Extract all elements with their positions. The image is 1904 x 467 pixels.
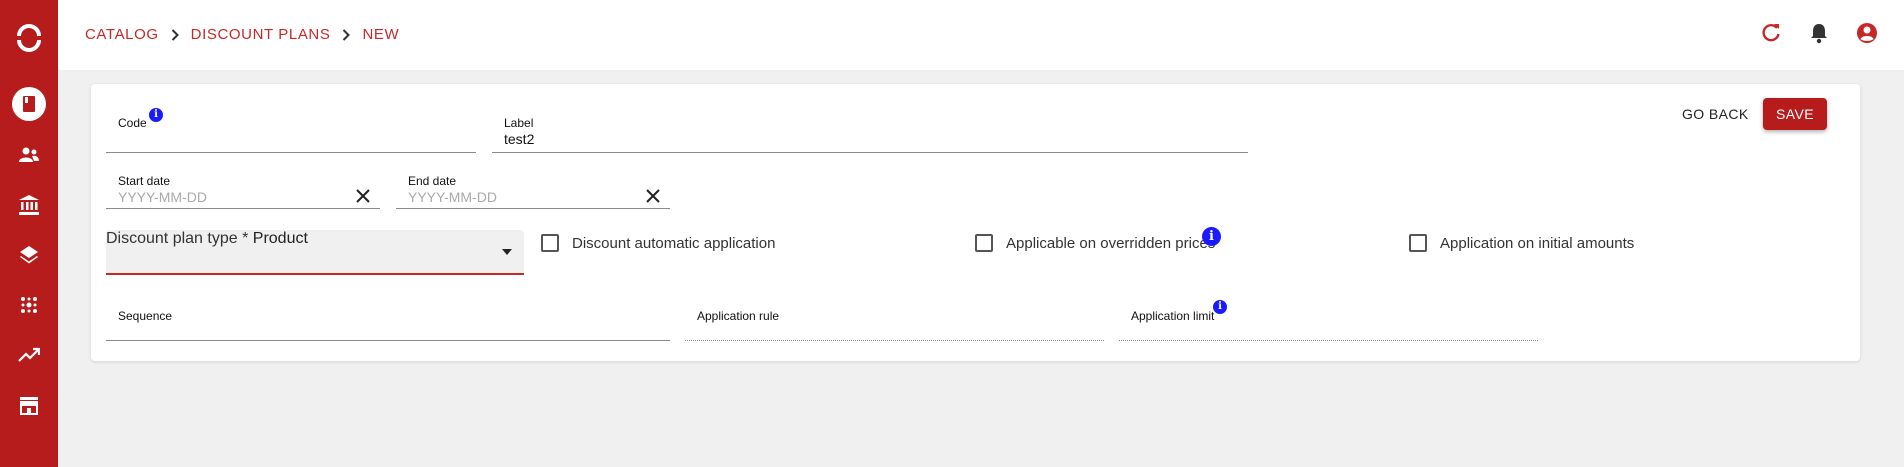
discount-plan-type-label: Discount plan type * [106, 230, 249, 247]
label-value: test2 [504, 131, 535, 147]
sidebar-item-finance[interactable] [0, 185, 58, 225]
applicable-on-overridden-prices-checkbox[interactable] [975, 234, 993, 252]
end-date-placeholder: YYYY-MM-DD [408, 189, 497, 205]
layers-icon [20, 246, 38, 264]
breadcrumb-discount-plans[interactable]: DISCOUNT PLANS [191, 26, 331, 43]
info-icon[interactable]: i [149, 108, 163, 122]
chevron-right-icon [171, 28, 179, 41]
sequence-label: Sequence [118, 309, 173, 323]
sidebar-item-customers[interactable] [0, 135, 58, 175]
grid-dots-icon [21, 297, 37, 313]
code-label: Code [118, 116, 147, 130]
sidebar-item-catalog[interactable] [0, 84, 58, 124]
save-button[interactable]: SAVE [1763, 98, 1827, 130]
discount-plan-type-select[interactable]: Discount plan type * Product [106, 230, 524, 275]
book-icon [12, 87, 46, 121]
clear-icon[interactable] [646, 189, 660, 203]
label-field[interactable]: Label test2 [492, 105, 1248, 153]
discount-automatic-application-checkbox[interactable] [541, 234, 559, 252]
application-limit-label: Application limit [1131, 309, 1215, 323]
refresh-icon[interactable] [1760, 22, 1782, 44]
sidebar [0, 0, 58, 467]
sidebar-item-store[interactable] [0, 385, 58, 425]
application-rule-label: Application rule [697, 309, 780, 323]
start-date-label: Start date [118, 174, 171, 188]
bank-icon [19, 195, 39, 215]
code-field[interactable]: Code i [106, 105, 476, 153]
discount-plan-form: Code i Label test2 Start date YYYY-MM-DD… [91, 84, 1860, 361]
trending-up-icon [18, 347, 40, 362]
application-on-initial-amounts-label: Application on initial amounts [1440, 235, 1635, 252]
dropdown-arrow-icon [502, 249, 512, 255]
application-rule-field[interactable]: Application rule [685, 298, 1104, 341]
clear-icon[interactable] [356, 189, 370, 203]
sequence-field[interactable]: Sequence [106, 298, 670, 341]
users-icon [19, 147, 39, 162]
start-date-placeholder: YYYY-MM-DD [118, 189, 207, 205]
sidebar-item-offers[interactable] [0, 235, 58, 275]
sidebar-item-mediation[interactable] [0, 285, 58, 325]
chevron-right-icon [342, 28, 351, 41]
info-icon[interactable]: i [1202, 227, 1221, 246]
end-date-field[interactable]: End date YYYY-MM-DD [396, 163, 670, 209]
sidebar-item-reports[interactable] [0, 335, 58, 375]
breadcrumb: CATALOG DISCOUNT PLANS NEW [85, 26, 399, 43]
application-limit-field[interactable]: Application limit i [1119, 298, 1538, 341]
start-date-field[interactable]: Start date YYYY-MM-DD [106, 163, 380, 209]
label-label: Label [504, 116, 534, 130]
go-back-button[interactable]: GO BACK [1682, 106, 1749, 122]
top-bar: CATALOG DISCOUNT PLANS NEW [58, 0, 1904, 70]
bell-icon[interactable] [1808, 22, 1830, 44]
breadcrumb-catalog[interactable]: CATALOG [85, 26, 159, 43]
applicable-on-overridden-prices-label: Applicable on overridden prices [1006, 235, 1216, 252]
logo-icon[interactable] [0, 18, 58, 58]
store-icon [20, 397, 38, 415]
discount-automatic-application-label: Discount automatic application [572, 235, 776, 252]
info-icon[interactable]: i [1213, 300, 1227, 314]
application-on-initial-amounts-checkbox[interactable] [1409, 234, 1427, 252]
breadcrumb-new: NEW [362, 26, 400, 43]
discount-plan-type-value: Product [252, 230, 308, 247]
account-icon[interactable] [1856, 22, 1878, 44]
end-date-label: End date [408, 174, 457, 188]
